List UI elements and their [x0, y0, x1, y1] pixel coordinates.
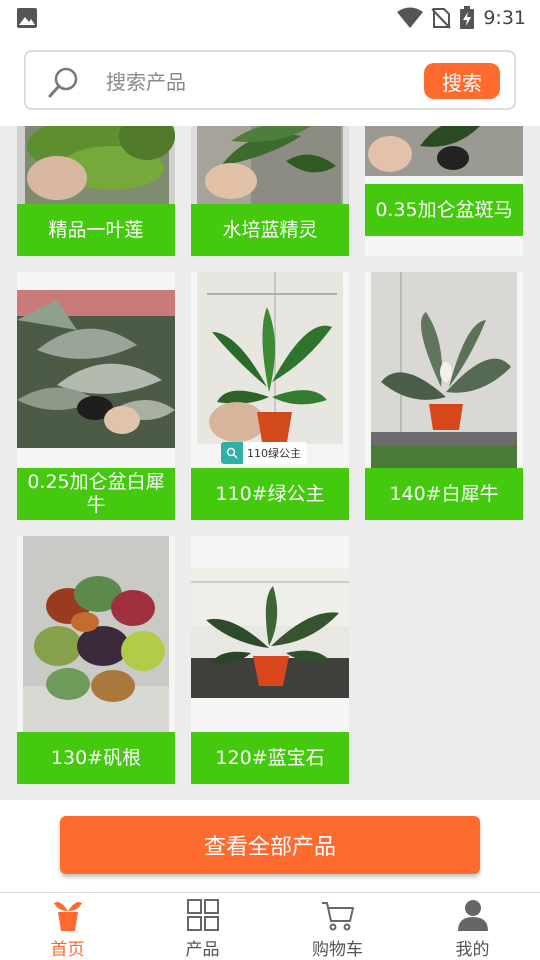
wifi-icon	[397, 7, 424, 28]
product-name: 精品一叶莲	[17, 204, 175, 256]
battery-charging-icon	[460, 6, 475, 29]
product-card[interactable]: 0.35加仑盆斑马	[365, 126, 523, 256]
product-card[interactable]: 110绿公主 110#绿公主	[191, 272, 349, 520]
nav-profile-label: 我的	[455, 940, 490, 960]
magnifier-icon	[221, 442, 243, 464]
product-image	[17, 290, 175, 448]
nav-home-label: 首页	[50, 940, 85, 960]
image-tag-text: 110绿公主	[247, 447, 301, 460]
nav-products[interactable]: 产品	[135, 897, 270, 960]
grid-icon	[186, 899, 219, 931]
search-icon	[48, 67, 78, 98]
product-grid: 精品一叶莲 水培蓝精灵 0.35加仑盆斑马 0.25加仑盆白犀牛 110绿公主 …	[0, 126, 540, 800]
product-card[interactable]: 0.25加仑盆白犀牛	[17, 272, 175, 520]
nav-products-label: 产品	[185, 940, 220, 960]
product-name: 水培蓝精灵	[191, 204, 349, 256]
image-tag: 110绿公主	[221, 442, 307, 464]
product-image	[23, 536, 169, 732]
search-button[interactable]: 搜索	[424, 63, 500, 99]
status-bar: 9:31	[0, 0, 540, 36]
cart-icon	[321, 902, 354, 931]
search-input[interactable]	[106, 66, 416, 98]
product-name: 120#蓝宝石	[191, 732, 349, 784]
nav-cart-label: 购物车	[312, 940, 363, 960]
clock: 9:31	[483, 7, 526, 29]
product-image	[191, 126, 349, 204]
product-name: 140#白犀牛	[365, 468, 523, 520]
product-image: 110绿公主	[197, 272, 343, 468]
view-all-products-button[interactable]: 查看全部产品	[60, 816, 480, 874]
nav-home[interactable]: 首页	[0, 897, 135, 960]
product-card[interactable]: 120#蓝宝石	[191, 536, 349, 784]
nav-cart[interactable]: 购物车	[270, 897, 405, 960]
search-bar: 搜索	[24, 50, 516, 110]
gallery-icon	[17, 8, 37, 28]
product-name: 110#绿公主	[191, 468, 349, 520]
product-card[interactable]: 130#矾根	[17, 536, 175, 784]
person-icon	[457, 900, 488, 931]
product-image	[17, 126, 175, 204]
product-name: 0.25加仑盆白犀牛	[17, 468, 175, 520]
product-name: 0.35加仑盆斑马	[365, 184, 523, 236]
nav-profile[interactable]: 我的	[405, 897, 540, 960]
home-plant-icon	[53, 902, 82, 931]
product-card[interactable]: 140#白犀牛	[365, 272, 523, 520]
product-name: 130#矾根	[17, 732, 175, 784]
product-image	[371, 272, 517, 468]
no-sim-icon	[431, 8, 452, 29]
bottom-nav: 首页 产品 购物车 我的	[0, 892, 540, 960]
product-image	[191, 568, 349, 698]
product-card[interactable]: 水培蓝精灵	[191, 126, 349, 256]
product-card[interactable]: 精品一叶莲	[17, 126, 175, 256]
